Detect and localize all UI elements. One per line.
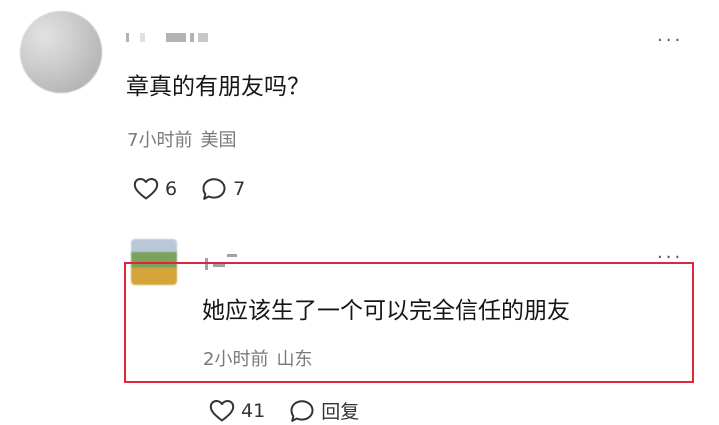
comment-meta: 7小时前 美国 — [127, 126, 236, 152]
reply-count: 7 — [233, 178, 246, 200]
commenter-avatar[interactable] — [20, 11, 102, 93]
heart-icon — [209, 399, 235, 423]
like-count: 6 — [165, 178, 178, 200]
comment-bubble-icon — [201, 177, 227, 201]
reply-like-count: 41 — [241, 399, 266, 422]
comment-time: 7小时前 — [127, 130, 193, 151]
commenter-name-blurred[interactable] — [126, 30, 226, 44]
comment-actions: 6 7 — [133, 177, 269, 201]
reply-location: 山东 — [276, 349, 313, 370]
reply-reply-button[interactable]: 回复 — [289, 397, 359, 424]
reply-label: 回复 — [321, 401, 360, 423]
reply-count-button[interactable]: 7 — [201, 177, 245, 201]
comment-text: 章真的有朋友吗？ — [126, 74, 310, 100]
comment-bubble-icon — [289, 399, 315, 423]
heart-icon — [133, 177, 159, 201]
more-options-icon[interactable]: ··· — [657, 32, 683, 50]
like-button[interactable]: 6 — [133, 177, 177, 201]
reply-actions: 41 回复 — [209, 397, 383, 424]
comment-location: 美国 — [200, 130, 237, 151]
reply-time: 2小时前 — [203, 349, 269, 370]
reply-like-button[interactable]: 41 — [209, 399, 265, 423]
reply-meta: 2小时前 山东 — [203, 345, 312, 371]
reply-text: 她应该生了一个可以完全信任的朋友 — [202, 298, 570, 324]
